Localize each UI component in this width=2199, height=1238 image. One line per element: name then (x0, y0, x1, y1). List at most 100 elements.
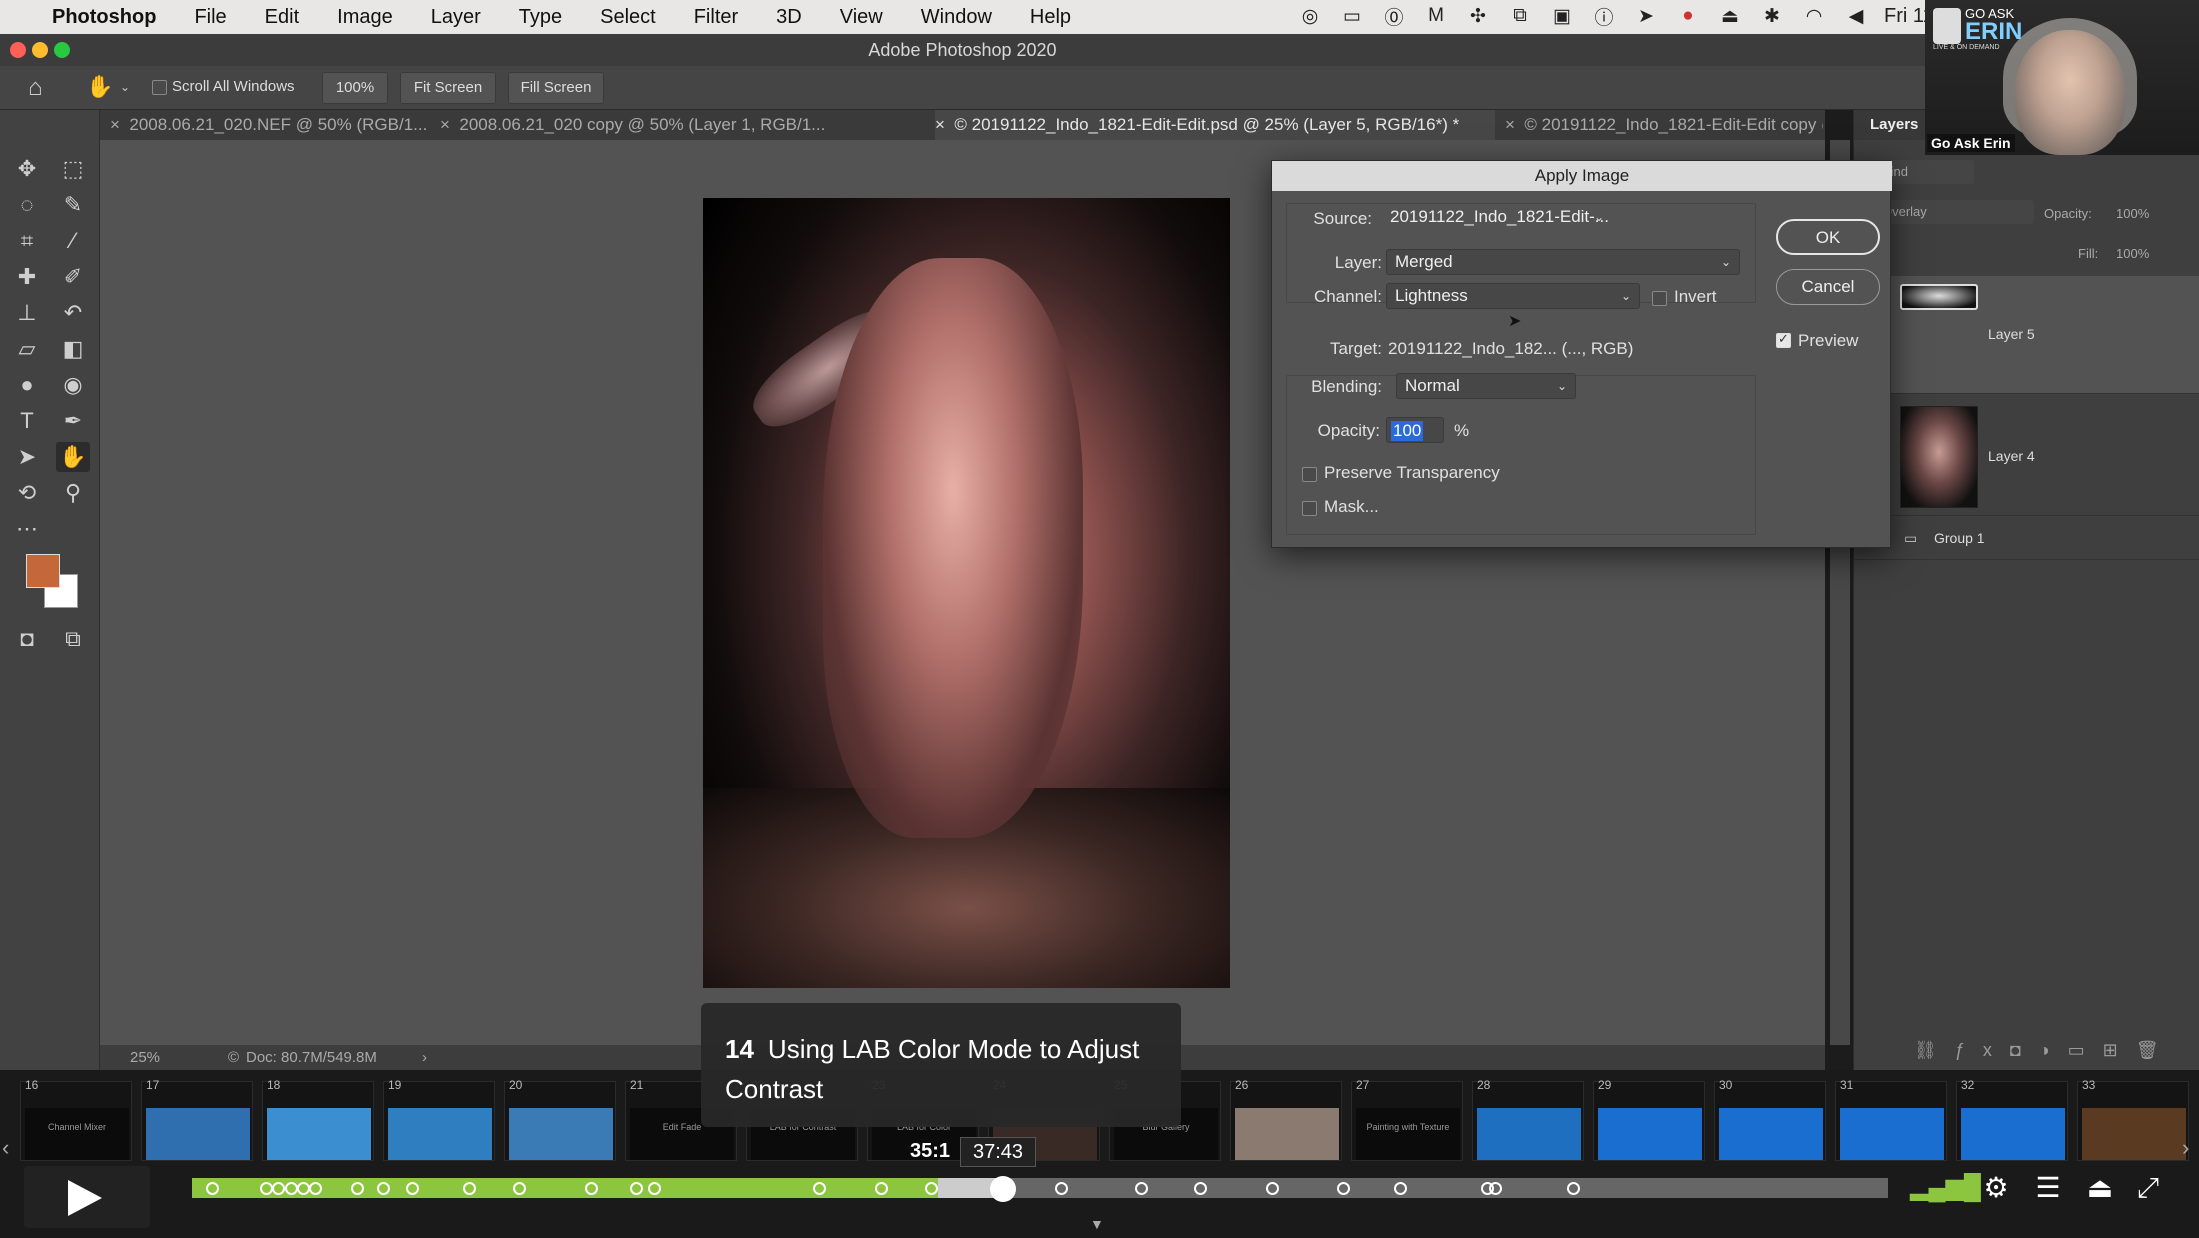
chapter-thumbnail[interactable]: 28 (1472, 1078, 1584, 1161)
rotate-view-tool-icon[interactable]: ⟲ (10, 478, 44, 508)
menu-layer[interactable]: Layer (431, 6, 481, 29)
dropbox-icon[interactable]: ⧉ (1506, 4, 1534, 28)
fit-screen-button[interactable]: Fit Screen (400, 72, 496, 104)
airplay-icon[interactable]: ⏏ (1716, 4, 1744, 28)
wifi-icon[interactable]: ◠ (1800, 4, 1828, 28)
arrow-app-icon[interactable]: ➤ (1632, 4, 1660, 28)
status-doc-size[interactable]: Doc: 80.7M/549.8M (246, 1049, 377, 1066)
chevron-down-icon[interactable]: ▼ (1090, 1216, 1104, 1232)
dodge-tool-icon[interactable]: ◉ (56, 370, 90, 400)
chapter-thumbnail[interactable]: 33 (2077, 1078, 2189, 1161)
opacity-input[interactable]: 100 (1386, 417, 1444, 443)
chapter-thumbnail[interactable]: 18 (262, 1078, 374, 1161)
zoom-100-button[interactable]: 100% (322, 72, 388, 104)
mask-checkbox[interactable] (1302, 501, 1317, 516)
chapter-marker[interactable] (629, 1182, 643, 1195)
chapter-thumbnail[interactable]: 32 (1956, 1078, 2068, 1161)
menu-filter[interactable]: Filter (694, 6, 738, 29)
menu-image[interactable]: Image (337, 6, 393, 29)
chapter-thumbnail[interactable]: 29 (1593, 1078, 1705, 1161)
onepassword-icon[interactable]: ⓪ (1380, 4, 1408, 29)
tab-doc-4[interactable]: × © 20191122_Indo_1821-Edit-Edit copy @ … (1505, 110, 1823, 140)
blending-select[interactable]: Normal ⌄ (1396, 373, 1576, 399)
chapter-marker[interactable] (376, 1182, 390, 1195)
layer-row-5[interactable]: Layer 5 (1854, 276, 2199, 394)
tab-doc-1[interactable]: × 2008.06.21_020.NEF @ 50% (RGB/1... (110, 110, 428, 140)
opacity-value[interactable]: 100% (2116, 206, 2149, 221)
history-brush-tool-icon[interactable]: ↶ (56, 298, 90, 328)
minimize-window-button[interactable] (32, 42, 48, 58)
screen-icon[interactable]: ▭ (1338, 4, 1366, 28)
tab-doc-active[interactable]: × © 20191122_Indo_1821-Edit-Edit.psd @ 2… (935, 110, 1495, 140)
chapter-marker[interactable] (512, 1182, 526, 1195)
blur-tool-icon[interactable]: ● (10, 370, 44, 400)
dropbox-alt-icon[interactable]: ✣ (1464, 4, 1492, 28)
tool-preset-chevron-icon[interactable]: ⌄ (120, 80, 130, 94)
chapter-marker[interactable] (924, 1182, 938, 1195)
menu-file[interactable]: File (194, 6, 226, 29)
creative-cloud-icon[interactable]: ◎ (1296, 4, 1324, 28)
menu-select[interactable]: Select (600, 6, 656, 29)
volume-icon[interactable]: ◀ (1842, 4, 1870, 28)
layer-name[interactable]: Layer 5 (1988, 326, 2035, 342)
close-icon[interactable]: × (935, 115, 954, 134)
chapter-marker[interactable] (1134, 1182, 1148, 1195)
move-tool-icon[interactable]: ✥ (10, 154, 44, 184)
close-icon[interactable]: × (110, 115, 129, 134)
type-tool-icon[interactable]: T (10, 406, 44, 436)
eyedropper-tool-icon[interactable]: ⁄ (56, 226, 90, 256)
clone-stamp-tool-icon[interactable]: ⊥ (10, 298, 44, 328)
info-icon[interactable]: ⓘ (1590, 4, 1618, 29)
seahorse-photo[interactable] (703, 198, 1230, 988)
more-tools-icon[interactable]: ⋯ (10, 514, 44, 544)
status-arrow-icon[interactable]: › (422, 1049, 427, 1066)
brush-tool-icon[interactable]: ✐ (56, 262, 90, 292)
marquee-tool-icon[interactable]: ⬚ (56, 154, 90, 184)
chapter-marker[interactable] (405, 1182, 419, 1195)
layer-name[interactable]: Layer 4 (1988, 448, 2035, 464)
pen-tool-icon[interactable]: ✒ (56, 406, 90, 436)
status-zoom[interactable]: 25% (130, 1049, 160, 1066)
channel-select[interactable]: Lightness ⌄ (1386, 283, 1640, 309)
menu-view[interactable]: View (840, 6, 883, 29)
tab-doc-2[interactable]: × 2008.06.21_020 copy @ 50% (Layer 1, RG… (440, 110, 920, 140)
foreground-color-fill[interactable] (26, 554, 60, 588)
scroll-all-windows-checkbox[interactable] (152, 80, 167, 95)
chapter-marker[interactable] (1265, 1182, 1279, 1195)
record-icon[interactable]: ● (1674, 4, 1702, 28)
screen-mode-icon[interactable]: ⧉ (56, 624, 90, 654)
layers-tab[interactable]: Layers (1870, 116, 1918, 133)
chapter-marker[interactable] (271, 1182, 285, 1195)
m-app-icon[interactable]: M (1422, 4, 1450, 28)
menu-window[interactable]: Window (921, 6, 992, 29)
chapters-prev-icon[interactable]: ‹ (2, 1135, 9, 1161)
chapter-thumbnail[interactable]: 17 (141, 1078, 253, 1161)
fill-value[interactable]: 100% (2116, 246, 2149, 261)
ok-button[interactable]: OK (1776, 219, 1880, 255)
layer-row-4[interactable]: Layer 4 (1854, 398, 2199, 516)
settings-gear-icon[interactable]: ⚙ (1976, 1170, 2016, 1206)
home-icon[interactable]: ⌂ (28, 74, 43, 102)
chapter-marker[interactable] (1336, 1182, 1350, 1195)
hand-tool-icon[interactable]: ✋ (86, 74, 113, 100)
camera-icon[interactable]: ▣ (1548, 4, 1576, 28)
chapters-list-icon[interactable]: ☰ (2028, 1170, 2068, 1206)
menu-type[interactable]: Type (519, 6, 562, 29)
zoom-window-button[interactable] (54, 42, 70, 58)
close-window-button[interactable] (10, 42, 26, 58)
chapter-thumbnail[interactable]: 27 Painting with Texture (1351, 1078, 1463, 1161)
preserve-transparency-checkbox[interactable] (1302, 467, 1317, 482)
source-select[interactable]: 20191122_Indo_1821-Edit-... ⌄ (1382, 205, 1612, 231)
menu-help[interactable]: Help (1030, 6, 1071, 29)
eraser-tool-icon[interactable]: ▱ (10, 334, 44, 364)
chapter-thumbnail[interactable]: 20 (504, 1078, 616, 1161)
fill-screen-button[interactable]: Fill Screen (508, 72, 604, 104)
fullscreen-icon[interactable]: ⤢ (2128, 1170, 2168, 1206)
close-icon[interactable]: × (440, 115, 459, 134)
blend-mode-select[interactable]: Overlay (1874, 200, 2034, 224)
chapter-thumbnail[interactable]: 19 (383, 1078, 495, 1161)
hand-tool-active-icon[interactable]: ✋ (56, 442, 90, 472)
chapters-next-icon[interactable]: › (2182, 1135, 2189, 1161)
path-select-tool-icon[interactable]: ➤ (10, 442, 44, 472)
healing-brush-tool-icon[interactable]: ✚ (10, 262, 44, 292)
